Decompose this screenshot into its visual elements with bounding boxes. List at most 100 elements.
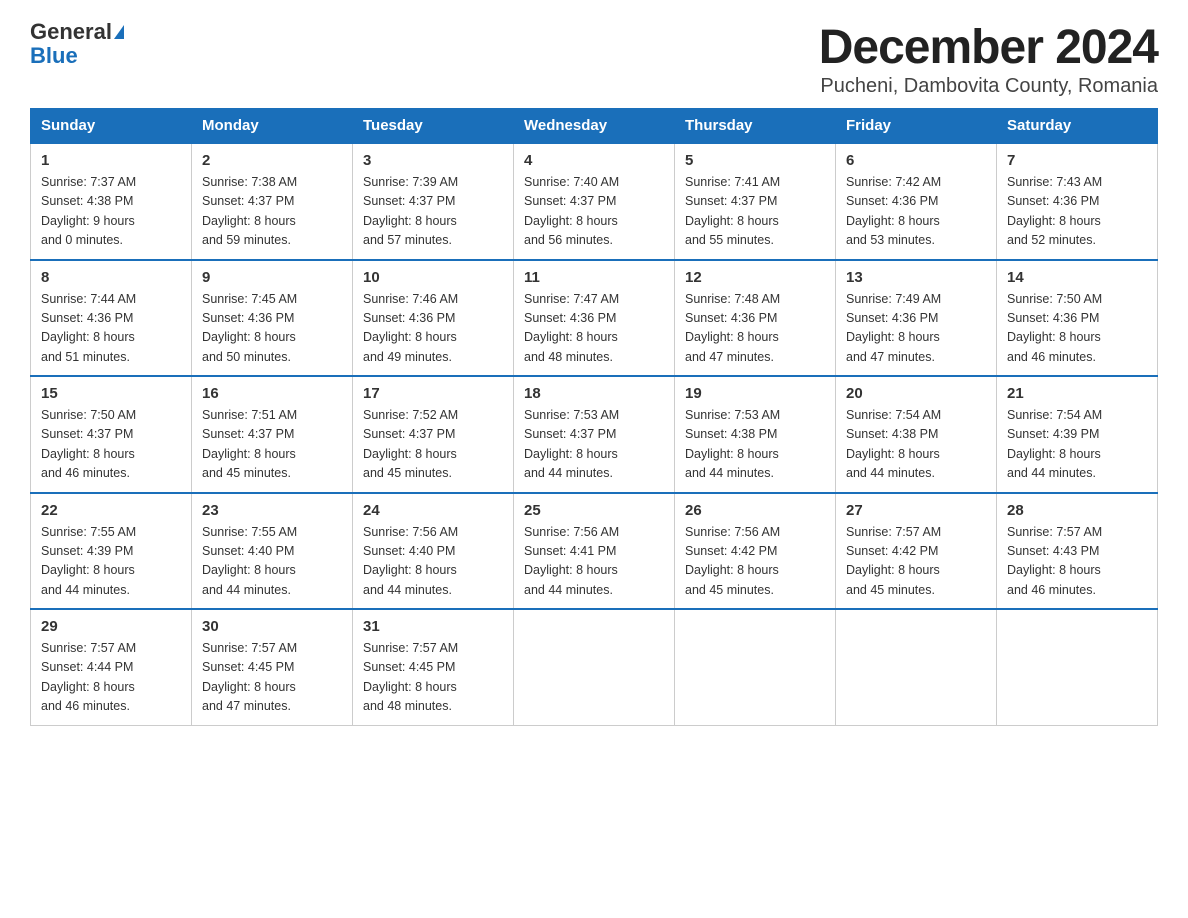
day-info-line: and 44 minutes.: [363, 583, 452, 597]
header-cell-friday: Friday: [836, 109, 997, 144]
day-info-line: and 44 minutes.: [846, 466, 935, 480]
calendar-subtitle: Pucheni, Dambovita County, Romania: [819, 75, 1158, 98]
header-cell-sunday: Sunday: [31, 109, 192, 144]
day-info-line: Sunset: 4:36 PM: [202, 311, 294, 325]
day-number: 13: [846, 269, 986, 286]
day-info-line: Daylight: 8 hours: [202, 447, 296, 461]
day-info-line: and 45 minutes.: [363, 466, 452, 480]
day-info-line: Sunset: 4:45 PM: [363, 660, 455, 674]
day-number: 28: [1007, 502, 1147, 519]
day-info-line: and 44 minutes.: [685, 466, 774, 480]
day-info-line: Sunrise: 7:42 AM: [846, 175, 941, 189]
day-info-line: Daylight: 8 hours: [41, 330, 135, 344]
day-info-line: Daylight: 8 hours: [524, 563, 618, 577]
header-cell-tuesday: Tuesday: [353, 109, 514, 144]
day-info: Sunrise: 7:57 AMSunset: 4:45 PMDaylight:…: [363, 639, 503, 717]
day-cell: 19Sunrise: 7:53 AMSunset: 4:38 PMDayligh…: [675, 376, 836, 493]
day-info: Sunrise: 7:41 AMSunset: 4:37 PMDaylight:…: [685, 173, 825, 251]
day-cell: 8 Sunrise: 7:44 AMSunset: 4:36 PMDaylight…: [31, 260, 192, 377]
day-info-line: Daylight: 8 hours: [524, 214, 618, 228]
day-cell: 10 Sunrise: 7:46 AMSunset: 4:36 PMDayligh…: [353, 260, 514, 377]
day-number: 16: [202, 385, 342, 402]
day-info: Sunrise: 7:42 AMSunset: 4:36 PMDaylight:…: [846, 173, 986, 251]
day-cell: 7Sunrise: 7:43 AMSunset: 4:36 PMDaylight…: [997, 143, 1158, 260]
day-cell: 1Sunrise: 7:37 AMSunset: 4:38 PMDaylight…: [31, 143, 192, 260]
day-info-line: Sunrise: 7:37 AM: [41, 175, 136, 189]
day-cell: 18Sunrise: 7:53 AMSunset: 4:37 PMDayligh…: [514, 376, 675, 493]
week-row-3: 15Sunrise: 7:50 AMSunset: 4:37 PMDayligh…: [31, 376, 1158, 493]
day-info-line: and 47 minutes.: [202, 699, 291, 713]
day-number: 8: [41, 269, 181, 286]
day-info-line: and 51 minutes.: [41, 350, 130, 364]
day-info-line: Sunrise: 7:50 AM: [41, 408, 136, 422]
day-info: Sunrise: 7:46 AMSunset: 4:36 PMDaylight:…: [363, 290, 503, 368]
day-info: Sunrise: 7:50 AMSunset: 4:37 PMDaylight:…: [41, 406, 181, 484]
day-info-line: Sunrise: 7:43 AM: [1007, 175, 1102, 189]
day-info-line: Sunset: 4:36 PM: [1007, 194, 1099, 208]
day-info: Sunrise: 7:56 AMSunset: 4:42 PMDaylight:…: [685, 523, 825, 601]
day-info-line: Sunrise: 7:56 AM: [685, 525, 780, 539]
day-info-line: Sunrise: 7:47 AM: [524, 292, 619, 306]
day-info-line: Sunrise: 7:57 AM: [363, 641, 458, 655]
day-number: 5: [685, 152, 825, 169]
week-row-5: 29Sunrise: 7:57 AMSunset: 4:44 PMDayligh…: [31, 609, 1158, 725]
day-cell: [997, 609, 1158, 725]
day-info-line: Sunset: 4:38 PM: [41, 194, 133, 208]
day-info-line: Sunset: 4:37 PM: [202, 194, 294, 208]
day-cell: 31Sunrise: 7:57 AMSunset: 4:45 PMDayligh…: [353, 609, 514, 725]
day-info: Sunrise: 7:56 AMSunset: 4:40 PMDaylight:…: [363, 523, 503, 601]
day-info-line: Sunrise: 7:49 AM: [846, 292, 941, 306]
day-info-line: Sunset: 4:37 PM: [363, 427, 455, 441]
day-info: Sunrise: 7:57 AMSunset: 4:45 PMDaylight:…: [202, 639, 342, 717]
day-info-line: Daylight: 9 hours: [41, 214, 135, 228]
day-info-line: and 48 minutes.: [363, 699, 452, 713]
day-cell: 13Sunrise: 7:49 AMSunset: 4:36 PMDayligh…: [836, 260, 997, 377]
day-cell: 4Sunrise: 7:40 AMSunset: 4:37 PMDaylight…: [514, 143, 675, 260]
day-info-line: Daylight: 8 hours: [846, 563, 940, 577]
day-info-line: and 44 minutes.: [1007, 466, 1096, 480]
day-info-line: Sunrise: 7:53 AM: [524, 408, 619, 422]
day-number: 6: [846, 152, 986, 169]
day-info-line: Sunrise: 7:50 AM: [1007, 292, 1102, 306]
day-info-line: and 59 minutes.: [202, 233, 291, 247]
day-number: 3: [363, 152, 503, 169]
day-info: Sunrise: 7:38 AMSunset: 4:37 PMDaylight:…: [202, 173, 342, 251]
day-info-line: Daylight: 8 hours: [202, 330, 296, 344]
day-info: Sunrise: 7:44 AMSunset: 4:36 PMDaylight:…: [41, 290, 181, 368]
day-info: Sunrise: 7:54 AMSunset: 4:38 PMDaylight:…: [846, 406, 986, 484]
day-cell: 20Sunrise: 7:54 AMSunset: 4:38 PMDayligh…: [836, 376, 997, 493]
day-info-line: and 47 minutes.: [846, 350, 935, 364]
day-number: 27: [846, 502, 986, 519]
day-info-line: Daylight: 8 hours: [1007, 447, 1101, 461]
day-info-line: Sunset: 4:37 PM: [685, 194, 777, 208]
day-info-line: Sunset: 4:45 PM: [202, 660, 294, 674]
day-info-line: Sunset: 4:36 PM: [41, 311, 133, 325]
day-info-line: Sunset: 4:37 PM: [363, 194, 455, 208]
day-info-line: Sunrise: 7:53 AM: [685, 408, 780, 422]
day-info-line: Sunrise: 7:54 AM: [846, 408, 941, 422]
day-cell: 25Sunrise: 7:56 AMSunset: 4:41 PMDayligh…: [514, 493, 675, 610]
day-cell: [675, 609, 836, 725]
day-info-line: Sunset: 4:36 PM: [1007, 311, 1099, 325]
day-info-line: Daylight: 8 hours: [1007, 214, 1101, 228]
day-info-line: and 52 minutes.: [1007, 233, 1096, 247]
day-info-line: Sunset: 4:40 PM: [363, 544, 455, 558]
day-info-line: Daylight: 8 hours: [685, 330, 779, 344]
day-info-line: Sunset: 4:38 PM: [846, 427, 938, 441]
day-number: 25: [524, 502, 664, 519]
day-number: 10: [363, 269, 503, 286]
day-info-line: Sunrise: 7:51 AM: [202, 408, 297, 422]
day-number: 4: [524, 152, 664, 169]
header-cell-wednesday: Wednesday: [514, 109, 675, 144]
day-cell: 3Sunrise: 7:39 AMSunset: 4:37 PMDaylight…: [353, 143, 514, 260]
title-block: December 2024 Pucheni, Dambovita County,…: [819, 20, 1158, 98]
day-info: Sunrise: 7:57 AMSunset: 4:42 PMDaylight:…: [846, 523, 986, 601]
day-info-line: and 0 minutes.: [41, 233, 123, 247]
day-info-line: Sunset: 4:37 PM: [202, 427, 294, 441]
day-cell: 16 Sunrise: 7:51 AM Sunset: 4:37 PM Dayligh…: [192, 376, 353, 493]
day-info-line: Sunset: 4:36 PM: [685, 311, 777, 325]
day-number: 23: [202, 502, 342, 519]
day-number: 11: [524, 269, 664, 286]
day-cell: 15Sunrise: 7:50 AMSunset: 4:37 PMDayligh…: [31, 376, 192, 493]
day-info: Sunrise: 7:50 AMSunset: 4:36 PMDaylight:…: [1007, 290, 1147, 368]
